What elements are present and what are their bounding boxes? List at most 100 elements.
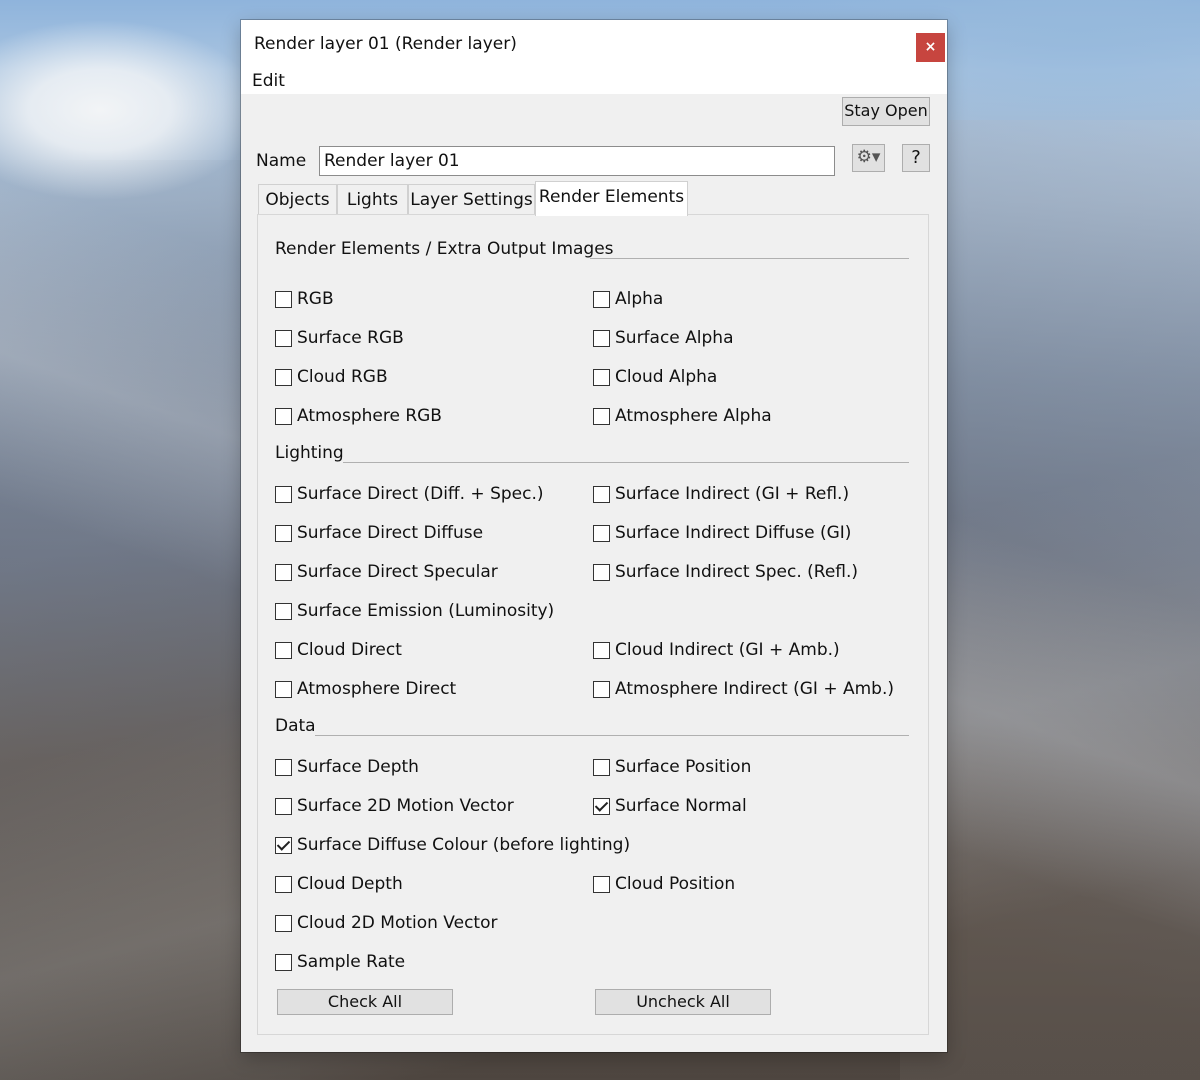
checkbox-atmosphere-rgb[interactable]: Atmosphere RGB xyxy=(275,404,442,428)
checkbox-rgb[interactable]: RGB xyxy=(275,287,334,311)
checkbox-box[interactable] xyxy=(275,602,292,620)
checkbox-box[interactable] xyxy=(275,914,292,932)
checkbox-label: Cloud RGB xyxy=(297,367,388,387)
checkbox-surface-indirect-diffuse[interactable]: Surface Indirect Diffuse (GI) xyxy=(593,521,851,545)
gear-menu-button[interactable]: ⚙▾ xyxy=(852,144,885,172)
checkbox-box[interactable] xyxy=(593,641,610,659)
checkbox-box[interactable] xyxy=(593,563,610,581)
checkbox-label: Surface Emission (Luminosity) xyxy=(297,601,555,621)
checkbox-box[interactable] xyxy=(275,680,292,698)
checkbox-surface-indirect-spec[interactable]: Surface Indirect Spec. (Refl.) xyxy=(593,560,858,584)
checkbox-atmosphere-direct[interactable]: Atmosphere Direct xyxy=(275,677,456,701)
check-all-button[interactable]: Check All xyxy=(277,989,453,1015)
uncheck-all-button[interactable]: Uncheck All xyxy=(595,989,771,1015)
menu-edit[interactable]: Edit xyxy=(252,71,285,91)
checkbox-box[interactable] xyxy=(593,485,610,503)
checkbox-alpha[interactable]: Alpha xyxy=(593,287,663,311)
checkbox-box[interactable] xyxy=(593,329,610,347)
checkbox-label: Surface Normal xyxy=(615,796,747,816)
checkbox-box[interactable] xyxy=(275,797,292,815)
checkbox-surface-emission[interactable]: Surface Emission (Luminosity) xyxy=(275,599,554,623)
checkbox-label: Surface RGB xyxy=(297,328,404,348)
checkbox-box[interactable] xyxy=(275,953,292,971)
checkbox-box[interactable] xyxy=(275,875,292,893)
checkbox-box[interactable] xyxy=(593,758,610,776)
section-render-elements: Render Elements / Extra Output Images xyxy=(275,239,614,259)
tab-lights[interactable]: Lights xyxy=(337,184,408,214)
checkbox-box[interactable] xyxy=(275,641,292,659)
checkbox-surface-direct-diffuse[interactable]: Surface Direct Diffuse xyxy=(275,521,483,545)
gear-icon: ⚙▾ xyxy=(856,147,881,167)
checkbox-box[interactable] xyxy=(275,329,292,347)
tab-objects[interactable]: Objects xyxy=(258,184,337,214)
checkbox-box[interactable] xyxy=(593,680,610,698)
checkbox-label: Surface Indirect Spec. (Refl.) xyxy=(615,562,859,582)
checkbox-label: Atmosphere Alpha xyxy=(615,406,772,426)
menu-bar: Edit xyxy=(241,70,947,94)
checkbox-label: Atmosphere Direct xyxy=(297,679,457,699)
checkbox-label: Surface Alpha xyxy=(615,328,734,348)
checkbox-box[interactable] xyxy=(593,407,610,425)
checkbox-box[interactable] xyxy=(275,368,292,386)
window-type-label: (Render layer) xyxy=(395,34,517,54)
checkbox-surface-direct-specular[interactable]: Surface Direct Specular xyxy=(275,560,498,584)
checkbox-surface-alpha[interactable]: Surface Alpha xyxy=(593,326,734,350)
checkbox-label: Surface Indirect (GI + Refl.) xyxy=(615,484,850,504)
checkbox-label: Cloud 2D Motion Vector xyxy=(297,913,498,933)
checkbox-label: Surface Direct Diffuse xyxy=(297,523,484,543)
close-button[interactable]: × xyxy=(916,33,945,62)
checkbox-box[interactable] xyxy=(275,836,292,854)
render-elements-panel: Render Elements / Extra Output Images RG… xyxy=(257,214,929,1035)
checkbox-surface-indirect[interactable]: Surface Indirect (GI + Refl.) xyxy=(593,482,849,506)
checkbox-cloud-alpha[interactable]: Cloud Alpha xyxy=(593,365,717,389)
checkbox-box[interactable] xyxy=(593,797,610,815)
name-input[interactable] xyxy=(319,146,835,176)
section-divider xyxy=(343,462,909,463)
render-layer-dialog: Render layer 01 (Render layer) × Edit St… xyxy=(241,20,947,1052)
checkbox-cloud-position[interactable]: Cloud Position xyxy=(593,872,735,896)
checkbox-label: Surface Diffuse Colour (before lighting) xyxy=(297,835,631,855)
checkbox-label: Cloud Direct xyxy=(297,640,402,660)
checkbox-surface-diffuse-colour[interactable]: Surface Diffuse Colour (before lighting) xyxy=(275,833,630,857)
section-divider xyxy=(590,258,909,259)
checkbox-label: Cloud Position xyxy=(615,874,736,894)
checkbox-surface-depth[interactable]: Surface Depth xyxy=(275,755,419,779)
checkbox-surface-rgb[interactable]: Surface RGB xyxy=(275,326,404,350)
checkbox-box[interactable] xyxy=(275,524,292,542)
checkbox-box[interactable] xyxy=(593,524,610,542)
checkbox-cloud-2d-motion[interactable]: Cloud 2D Motion Vector xyxy=(275,911,497,935)
checkbox-label: Surface 2D Motion Vector xyxy=(297,796,514,816)
checkbox-box[interactable] xyxy=(275,290,292,308)
checkbox-label: Surface Indirect Diffuse (GI) xyxy=(615,523,852,543)
checkbox-box[interactable] xyxy=(593,290,610,308)
tab-layer-settings[interactable]: Layer Settings xyxy=(408,184,535,214)
checkbox-label: Surface Position xyxy=(615,757,752,777)
checkbox-atmosphere-alpha[interactable]: Atmosphere Alpha xyxy=(593,404,772,428)
window-title: Render layer 01 xyxy=(254,34,390,54)
checkbox-box[interactable] xyxy=(275,758,292,776)
checkbox-sample-rate[interactable]: Sample Rate xyxy=(275,950,405,974)
stay-open-button[interactable]: Stay Open xyxy=(842,97,930,126)
checkbox-box[interactable] xyxy=(593,875,610,893)
name-label: Name xyxy=(256,151,307,171)
checkbox-box[interactable] xyxy=(275,485,292,503)
checkbox-label: Cloud Alpha xyxy=(615,367,718,387)
checkbox-box[interactable] xyxy=(275,563,292,581)
checkbox-surface-2d-motion[interactable]: Surface 2D Motion Vector xyxy=(275,794,514,818)
checkbox-cloud-indirect[interactable]: Cloud Indirect (GI + Amb.) xyxy=(593,638,840,662)
help-button[interactable]: ? xyxy=(902,144,930,172)
checkbox-cloud-direct[interactable]: Cloud Direct xyxy=(275,638,402,662)
checkbox-cloud-depth[interactable]: Cloud Depth xyxy=(275,872,403,896)
checkbox-surface-position[interactable]: Surface Position xyxy=(593,755,751,779)
tab-render-elements[interactable]: Render Elements xyxy=(535,181,688,216)
checkbox-label: RGB xyxy=(297,289,334,309)
checkbox-surface-normal[interactable]: Surface Normal xyxy=(593,794,747,818)
checkbox-atmosphere-indirect[interactable]: Atmosphere Indirect (GI + Amb.) xyxy=(593,677,894,701)
checkbox-box[interactable] xyxy=(593,368,610,386)
title-bar[interactable]: Render layer 01 (Render layer) × xyxy=(241,20,947,70)
checkbox-cloud-rgb[interactable]: Cloud RGB xyxy=(275,365,388,389)
checkbox-surface-direct[interactable]: Surface Direct (Diff. + Spec.) xyxy=(275,482,544,506)
section-lighting: Lighting xyxy=(275,443,344,463)
checkbox-box[interactable] xyxy=(275,407,292,425)
checkbox-label: Surface Direct Specular xyxy=(297,562,498,582)
